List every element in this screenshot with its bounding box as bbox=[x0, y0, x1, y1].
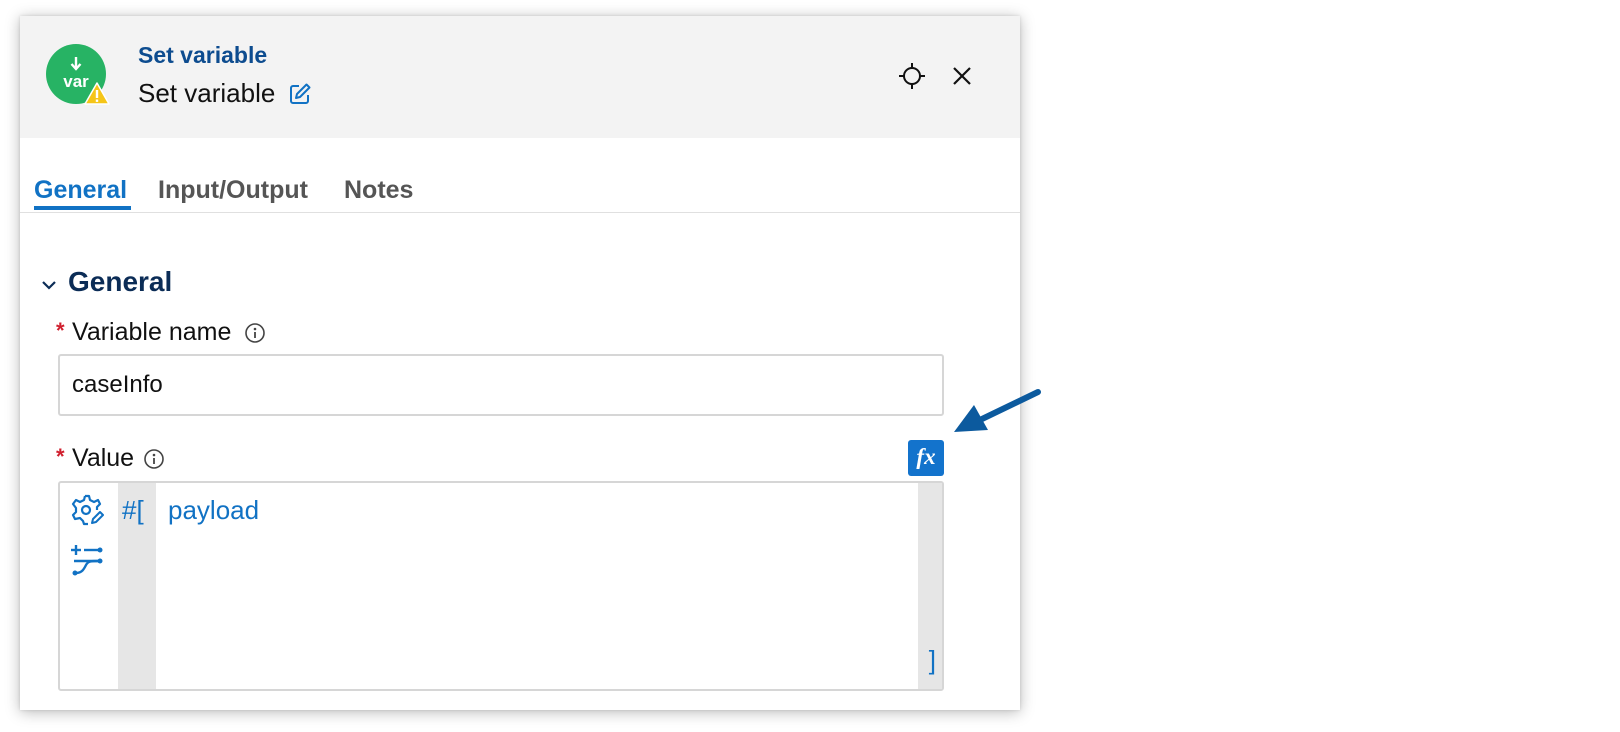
gear-pencil-icon[interactable] bbox=[70, 493, 104, 527]
expression-code[interactable]: payload bbox=[168, 495, 259, 526]
expression-editor[interactable]: #[ payload ] bbox=[58, 481, 944, 691]
info-icon[interactable] bbox=[143, 448, 165, 470]
expression-close-token: ] bbox=[928, 645, 936, 675]
callout-arrow bbox=[954, 389, 1041, 432]
edit-icon[interactable] bbox=[288, 82, 312, 106]
tab-notes[interactable]: Notes bbox=[344, 176, 413, 205]
chevron-down-icon[interactable] bbox=[40, 278, 58, 292]
download-arrow-icon bbox=[70, 57, 82, 71]
fx-toggle-button[interactable]: fx bbox=[908, 440, 944, 476]
node-display-name: Set variable bbox=[138, 78, 276, 108]
active-tab-indicator bbox=[34, 206, 131, 210]
panel-header: var Set variable Set variable bbox=[20, 16, 1020, 138]
tab-bar: General Input/Output Notes bbox=[20, 138, 1020, 213]
node-type-title: Set variable bbox=[138, 42, 268, 68]
set-variable-panel: var Set variable Set variable General In… bbox=[20, 16, 1020, 710]
data-mapping-icon[interactable] bbox=[70, 543, 104, 577]
locate-icon[interactable] bbox=[898, 62, 926, 90]
variable-name-input[interactable] bbox=[58, 354, 944, 416]
info-icon[interactable] bbox=[244, 322, 266, 344]
required-marker: * bbox=[56, 318, 65, 343]
section-title-general[interactable]: General bbox=[68, 266, 172, 298]
tab-general[interactable]: General bbox=[34, 176, 127, 205]
warning-icon bbox=[84, 82, 110, 105]
close-icon[interactable] bbox=[950, 64, 974, 88]
tab-input-output[interactable]: Input/Output bbox=[158, 176, 308, 205]
value-label: Value bbox=[72, 444, 135, 472]
variable-name-label: Variable name bbox=[72, 318, 232, 346]
required-marker: * bbox=[56, 444, 65, 469]
expression-open-token: #[ bbox=[122, 495, 144, 525]
